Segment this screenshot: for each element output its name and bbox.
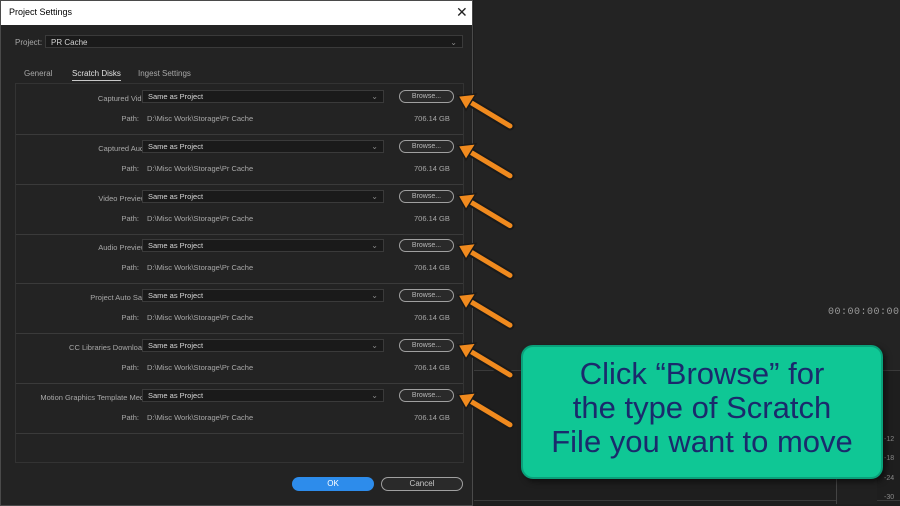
scratch-disk-select[interactable]: Same as Project ⌄	[142, 239, 384, 253]
project-select-value: PR Cache	[51, 38, 88, 47]
cancel-button[interactable]: Cancel	[381, 477, 463, 491]
path-label: Path:	[121, 213, 139, 223]
path-value: D:\Misc Work\Storage\Pr Cache	[147, 363, 254, 372]
tab-ingest-settings[interactable]: Ingest Settings	[138, 69, 191, 78]
scratch-disk-select[interactable]: Same as Project ⌄	[142, 189, 384, 203]
path-label: Path:	[121, 363, 139, 372]
scratch-disk-select-value: Same as Project	[148, 390, 204, 400]
scratch-disk-row: CC Libraries Downloads: Same as Project ⌄ B…	[16, 334, 463, 384]
browse-button[interactable]: Browse...	[399, 388, 454, 402]
disk-space-value: 706.14 GB	[414, 263, 450, 273]
close-icon[interactable]: ✕	[456, 4, 468, 20]
scratch-disk-select[interactable]: Same as Project ⌄	[142, 139, 384, 153]
chevron-down-icon: ⌄	[371, 341, 378, 350]
browse-button[interactable]: Browse...	[399, 289, 454, 303]
chevron-down-icon: ⌄	[371, 191, 378, 201]
timecode-display: 00:00:00:00	[828, 307, 900, 318]
chevron-down-icon: ⌄	[371, 390, 378, 400]
disk-space-value: 706.14 GB	[414, 363, 450, 372]
meter-tick: -18	[884, 455, 895, 462]
dialog-title: Project Settings	[9, 7, 73, 17]
scratch-disk-row: Motion Graphics Template Media: Same as P…	[16, 384, 463, 434]
path-value: D:\Misc Work\Storage\Pr Cache	[147, 412, 254, 422]
scratch-disk-label: Motion Graphics Template Media:	[40, 392, 152, 402]
browse-button[interactable]: Browse...	[399, 239, 454, 253]
browse-button[interactable]: Browse...	[399, 139, 454, 153]
scratch-disk-row: Audio Previews: Same as Project ⌄ Browse...…	[16, 234, 463, 285]
scratch-disk-select-value: Same as Project	[148, 291, 204, 301]
scratch-disk-row: Project Auto Save: Same as Project ⌄ Browse…	[16, 284, 463, 335]
chevron-down-icon: ⌄	[371, 141, 378, 151]
browse-button[interactable]: Browse...	[399, 189, 454, 203]
chevron-down-icon: ⌄	[450, 38, 457, 47]
scratch-disk-select-value: Same as Project	[148, 141, 204, 151]
disk-space-value: 706.14 GB	[414, 313, 450, 323]
dialog-titlebar: Project Settings ✕	[1, 1, 472, 25]
meter-tick: -12	[884, 436, 895, 443]
path-value: D:\Misc Work\Storage\Pr Cache	[147, 163, 254, 173]
path-label: Path:	[121, 313, 139, 323]
disk-space-value: 706.14 GB	[414, 213, 450, 223]
project-settings-dialog: Project Settings ✕ Project: PR Cache ⌄ G…	[0, 0, 473, 506]
path-value: D:\Misc Work\Storage\Pr Cache	[147, 213, 254, 223]
project-select[interactable]: PR Cache ⌄	[45, 35, 463, 48]
scratch-disk-select-value: Same as Project	[148, 191, 204, 201]
scratch-disk-select-value: Same as Project	[148, 341, 204, 350]
disk-space-value: 706.14 GB	[414, 114, 450, 123]
tab-scratch-disks[interactable]: Scratch Disks	[72, 69, 121, 81]
scratch-disk-row: Captured Video: Same as Project ⌄ Browse...…	[16, 85, 463, 135]
tab-general[interactable]: General	[24, 69, 52, 78]
path-value: D:\Misc Work\Storage\Pr Cache	[147, 313, 254, 323]
scratch-disk-select[interactable]: Same as Project ⌄	[142, 339, 384, 352]
path-label: Path:	[121, 412, 139, 422]
scratch-disk-row: Video Previews: Same as Project ⌄ Browse...…	[16, 185, 463, 235]
scratch-disk-select[interactable]: Same as Project ⌄	[142, 289, 384, 303]
path-label: Path:	[121, 114, 139, 123]
project-label: Project:	[15, 38, 43, 47]
scratch-disk-select[interactable]: Same as Project ⌄	[142, 90, 384, 103]
scratch-disk-row: Captured Audio: Same as Project ⌄ Browse...…	[16, 135, 463, 185]
meter-tick: -24	[884, 475, 895, 482]
callout-line: Click “Browse” for	[579, 356, 825, 391]
path-label: Path:	[121, 263, 139, 273]
chevron-down-icon: ⌄	[371, 291, 378, 301]
callout-line: File you want to move	[551, 424, 853, 459]
scratch-disk-select-value: Same as Project	[148, 92, 204, 101]
callout-line: the type of Scratch	[572, 390, 832, 425]
scratch-disk-select[interactable]: Same as Project ⌄	[142, 388, 384, 402]
browse-button[interactable]: Browse...	[399, 339, 454, 352]
path-value: D:\Misc Work\Storage\Pr Cache	[147, 263, 254, 273]
disk-space-value: 706.14 GB	[414, 412, 450, 422]
chevron-down-icon: ⌄	[371, 241, 378, 251]
browse-button[interactable]: Browse...	[399, 90, 454, 103]
chevron-down-icon: ⌄	[371, 92, 378, 101]
meter-tick: -30	[884, 494, 895, 501]
disk-space-value: 706.14 GB	[414, 163, 450, 173]
path-label: Path:	[121, 163, 139, 173]
instruction-callout: Click “Browse” for the type of Scratch F…	[521, 345, 883, 479]
path-value: D:\Misc Work\Storage\Pr Cache	[147, 114, 254, 123]
scratch-disk-select-value: Same as Project	[148, 241, 204, 251]
scratch-disk-label: CC Libraries Downloads:	[69, 343, 152, 352]
ok-button[interactable]: OK	[292, 477, 374, 491]
